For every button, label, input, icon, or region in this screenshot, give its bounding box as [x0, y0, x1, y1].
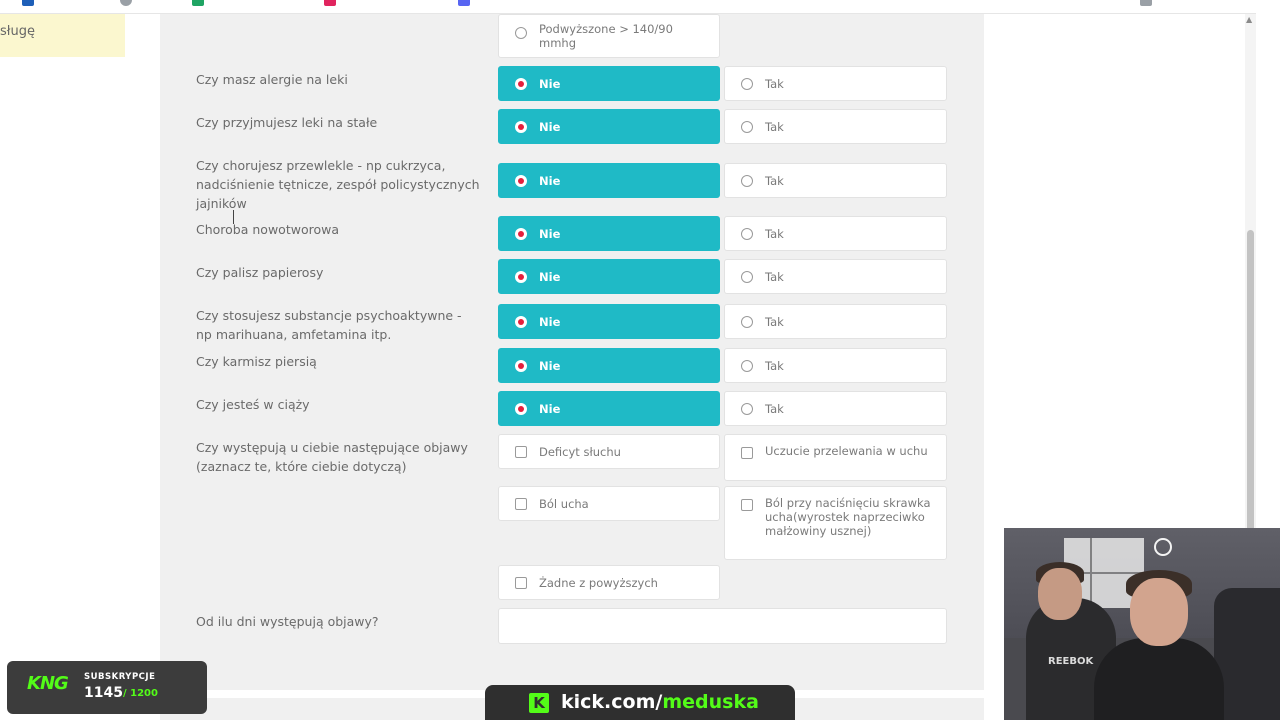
option-cancer-no[interactable]: Nie	[498, 216, 720, 251]
radio-selected-icon	[515, 121, 527, 133]
question-chronic: Czy chorujesz przewlekle - np cukrzyca, …	[196, 158, 480, 211]
scroll-up-icon[interactable]: ▲	[1246, 15, 1252, 24]
hoodie-brand: REEBOK	[1048, 656, 1094, 667]
checkbox-icon	[741, 499, 753, 511]
option-smoking-no[interactable]: Nie	[498, 259, 720, 294]
question-breastfeeding: Czy karmisz piersią	[196, 354, 317, 369]
side-note-text: sługę	[0, 24, 35, 39]
question-pregnancy: Czy jesteś w ciąży	[196, 397, 310, 412]
subs-title: SUBSKRYPCJE	[84, 672, 156, 682]
checkbox-icon	[515, 446, 527, 458]
ring-light	[1154, 538, 1172, 556]
checkbox-icon	[515, 498, 527, 510]
checkbox-hearing-deficit[interactable]: Deficyt słuchu	[498, 434, 720, 469]
kick-channel: meduska	[662, 691, 759, 713]
days-input[interactable]	[498, 608, 947, 644]
option-substances-no[interactable]: Nie	[498, 304, 720, 339]
radio-selected-icon	[515, 316, 527, 328]
option-bp-high[interactable]: Podwyższone > 140/90 mmhg	[498, 14, 720, 58]
checkbox-tragus-pain[interactable]: Ból przy naciśnięciu skrawka ucha(wyrost…	[724, 486, 947, 560]
question-symptoms: Czy występują u ciebie następujące objaw…	[196, 440, 468, 474]
radio-icon	[741, 316, 753, 328]
question-medication: Czy przyjmujesz leki na stałe	[196, 115, 378, 130]
kick-host: kick.com/	[561, 691, 663, 713]
option-breastfeeding-yes[interactable]: Tak	[724, 348, 947, 383]
radio-selected-icon	[515, 403, 527, 415]
option-pregnancy-no[interactable]: Nie	[498, 391, 720, 426]
radio-icon	[741, 78, 753, 90]
option-breastfeeding-no[interactable]: Nie	[498, 348, 720, 383]
bookmark-icon[interactable]	[120, 0, 132, 6]
question-cancer: Choroba nowotworowa	[196, 222, 339, 237]
bookmark-icon[interactable]	[324, 0, 336, 6]
side-note: sługę	[0, 14, 125, 57]
radio-icon	[741, 121, 753, 133]
subs-goal: / 1200	[123, 688, 158, 699]
radio-icon	[741, 403, 753, 415]
checkbox-icon	[741, 447, 753, 459]
browser-bookmarks-bar	[0, 0, 1256, 14]
question-substances: Czy stosujesz substancje psychoaktywne -…	[196, 308, 462, 342]
kick-banner: K kick.com/meduska	[485, 685, 795, 720]
question-smoking: Czy palisz papierosy	[196, 265, 324, 280]
option-chronic-no[interactable]: Nie	[498, 163, 720, 198]
bookmark-icon[interactable]	[22, 0, 34, 6]
text-cursor-icon	[233, 210, 237, 224]
radio-selected-icon	[515, 175, 527, 187]
radio-icon	[741, 360, 753, 372]
radio-selected-icon	[515, 228, 527, 240]
checkbox-ear-pain[interactable]: Ból ucha	[498, 486, 720, 521]
option-medication-no[interactable]: Nie	[498, 109, 720, 144]
streamer-right	[1094, 638, 1224, 720]
bookmark-icon[interactable]	[1140, 0, 1152, 6]
channel-logo: KNG	[27, 673, 69, 694]
option-cancer-yes[interactable]: Tak	[724, 216, 947, 251]
kick-logo-icon: K	[529, 693, 549, 713]
checkbox-fluid-ear[interactable]: Uczucie przelewania w uchu	[724, 434, 947, 481]
option-pregnancy-yes[interactable]: Tak	[724, 391, 947, 426]
question-allergies: Czy masz alergie na leki	[196, 72, 348, 87]
radio-icon	[515, 27, 527, 39]
bookmark-icon[interactable]	[192, 0, 204, 6]
radio-selected-icon	[515, 271, 527, 283]
option-chronic-yes[interactable]: Tak	[724, 163, 947, 198]
option-smoking-yes[interactable]: Tak	[724, 259, 947, 294]
radio-icon	[741, 228, 753, 240]
question-days: Od ilu dni występują objawy?	[196, 614, 379, 629]
option-label: Podwyższone > 140/90 mmhg	[539, 22, 673, 50]
checkbox-none[interactable]: Żadne z powyższych	[498, 565, 720, 600]
kick-url: kick.com/meduska	[561, 691, 759, 713]
checkbox-icon	[515, 577, 527, 589]
radio-icon	[741, 175, 753, 187]
subs-count: 1145	[84, 685, 123, 701]
subscriptions-widget: KNG SUBSKRYPCJE 1145 / 1200	[7, 661, 207, 714]
webcam-overlay: REEBOK	[1004, 528, 1280, 720]
streamer-left-head	[1038, 568, 1082, 620]
scrollbar-thumb[interactable]	[1247, 230, 1254, 542]
option-allergies-yes[interactable]: Tak	[724, 66, 947, 101]
radio-selected-icon	[515, 78, 527, 90]
streamer-right-head	[1130, 578, 1188, 646]
bookmark-icon[interactable]	[458, 0, 470, 6]
radio-icon	[741, 271, 753, 283]
radio-selected-icon	[515, 360, 527, 372]
option-medication-yes[interactable]: Tak	[724, 109, 947, 144]
option-substances-yes[interactable]: Tak	[724, 304, 947, 339]
option-allergies-no[interactable]: Nie	[498, 66, 720, 101]
